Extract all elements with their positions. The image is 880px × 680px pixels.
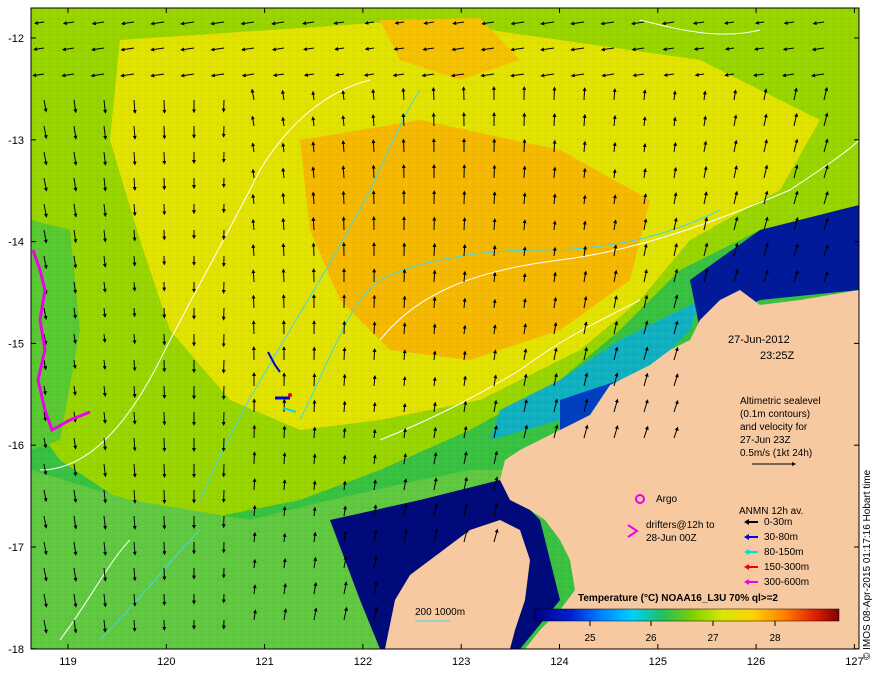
svg-text:drifters@12h to: drifters@12h to <box>646 520 715 531</box>
colorbar-tick-label: 28 <box>769 633 781 644</box>
svg-text:27-Jun 23Z: 27-Jun 23Z <box>740 435 791 446</box>
svg-text:200 1000m: 200 1000m <box>415 607 465 618</box>
y-tick-label: -16 <box>8 440 24 452</box>
time-label: 23:25Z <box>760 350 795 362</box>
svg-text:30-80m: 30-80m <box>764 532 798 543</box>
x-tick-label: 126 <box>747 656 765 668</box>
x-tick-label: 119 <box>59 656 77 668</box>
y-tick-label: -13 <box>8 135 24 147</box>
x-tick-label: 127 <box>845 656 863 668</box>
y-tick-label: -12 <box>8 33 24 45</box>
colorbar-tick-label: 26 <box>645 633 657 644</box>
svg-text:28-Jun 00Z: 28-Jun 00Z <box>646 533 697 544</box>
colorbar-tick-label: 25 <box>584 633 596 644</box>
x-tick-label: 124 <box>550 656 568 668</box>
x-tick-label: 122 <box>354 656 372 668</box>
svg-text:300-600m: 300-600m <box>764 577 809 588</box>
svg-text:ANMN 12h av.: ANMN 12h av. <box>739 506 803 517</box>
y-tick-label: -17 <box>8 542 24 554</box>
date-label: 27-Jun-2012 <box>728 334 790 346</box>
svg-text:Argo: Argo <box>656 494 678 505</box>
x-tick-label: 120 <box>157 656 175 668</box>
svg-text:(0.1m contours): (0.1m contours) <box>740 409 810 420</box>
svg-text:0.5m/s (1kt 24h): 0.5m/s (1kt 24h) <box>740 448 812 459</box>
x-tick-label: 125 <box>649 656 667 668</box>
x-tick-label: 123 <box>452 656 470 668</box>
x-tick-label: 121 <box>255 656 273 668</box>
y-tick-label: -18 <box>8 644 24 656</box>
sst-map: 119 120 121 122 123 124 125 126 127 -12 -13 -14 -15… <box>8 7 864 668</box>
svg-text:Temperature (°C) NOAA16_L3U 70: Temperature (°C) NOAA16_L3U 70% ql>=2 <box>578 593 778 604</box>
svg-text:150-300m: 150-300m <box>764 562 809 573</box>
svg-text:and velocity for: and velocity for <box>740 422 808 433</box>
svg-text:0-30m: 0-30m <box>764 517 792 528</box>
svg-text:Altimetric sealevel: Altimetric sealevel <box>740 396 821 407</box>
svg-text:80-150m: 80-150m <box>764 547 803 558</box>
y-tick-label: -14 <box>8 237 24 249</box>
y-tick-label: -15 <box>8 338 24 350</box>
credit-label: © IMOS 08-Apr-2015 01:17:16 Hobart time <box>862 469 873 660</box>
colorbar-tick-label: 27 <box>707 633 719 644</box>
